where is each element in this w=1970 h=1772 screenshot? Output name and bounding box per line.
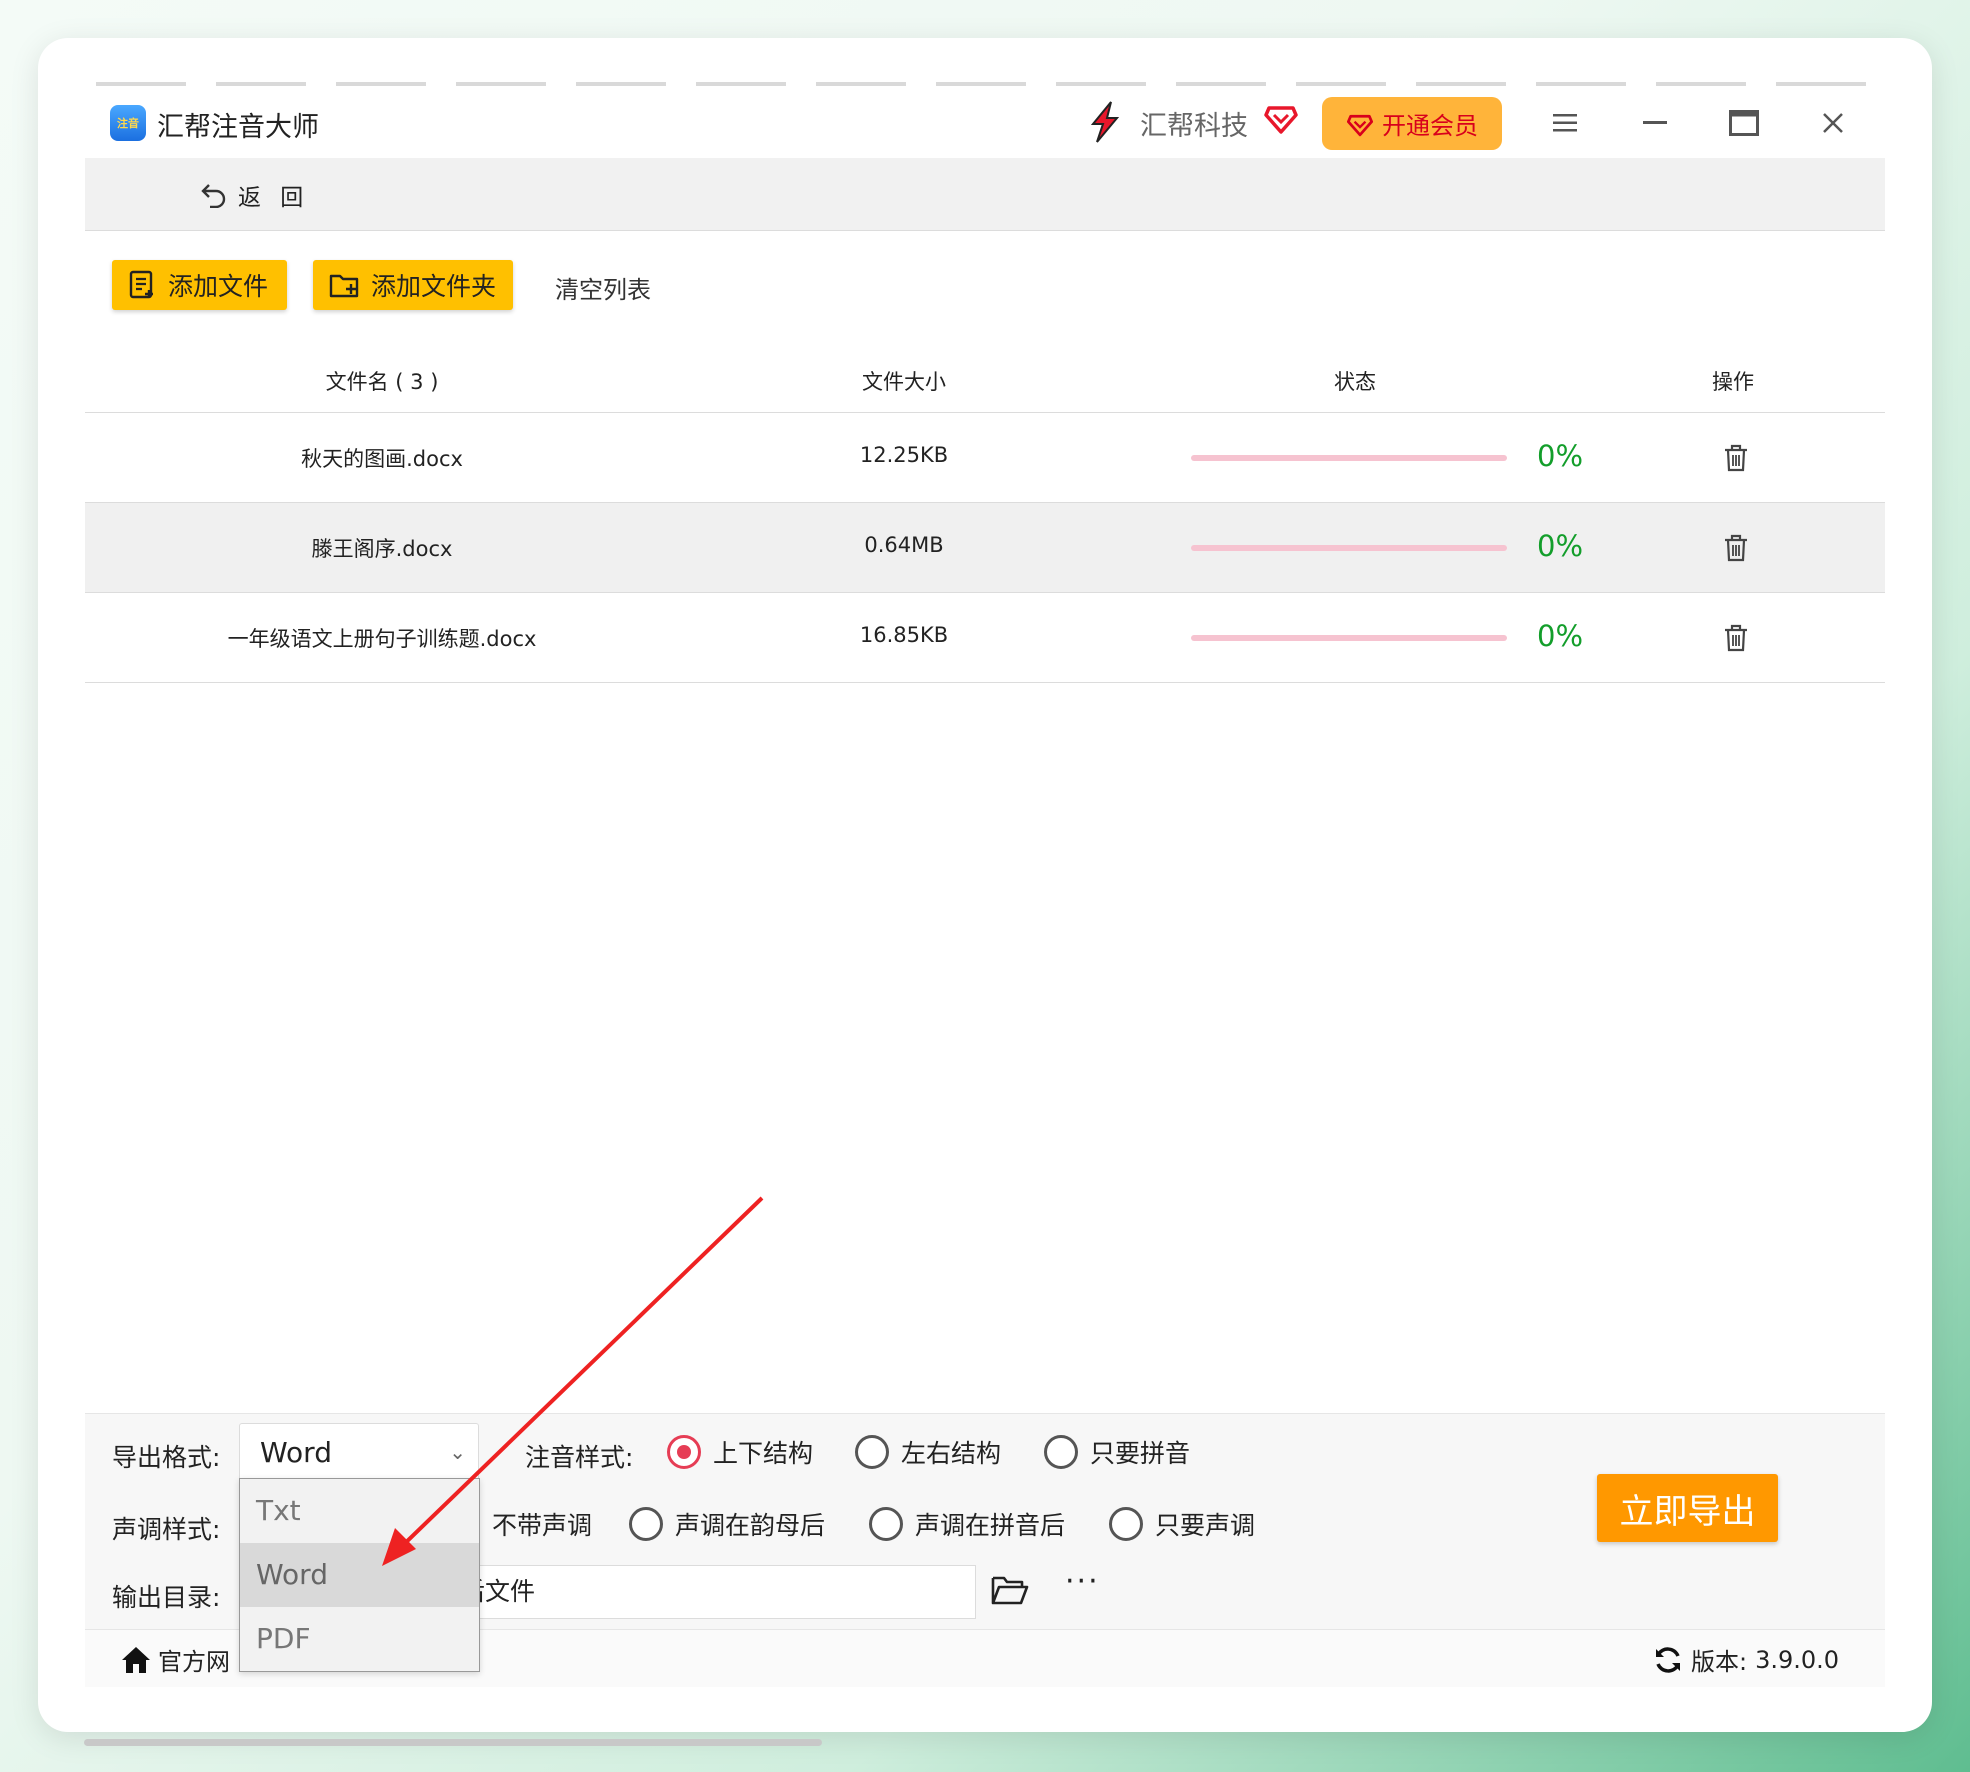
minimize-button[interactable] — [1638, 106, 1672, 140]
file-size: 12.25KB — [859, 443, 949, 467]
add-file-button[interactable]: 添加文件 — [112, 260, 287, 310]
radio-icon — [629, 1507, 663, 1541]
radio-pinyin-top-bottom[interactable]: 上下结构 — [667, 1434, 813, 1470]
header-filename: 文件名 ( 3 ) — [325, 370, 439, 394]
file-table-header: 文件名 ( 3 ) 文件大小 状态 操作 — [85, 356, 1885, 413]
menu-button[interactable] — [1548, 106, 1582, 140]
progress-percent: 0% — [1537, 529, 1584, 563]
maximize-button[interactable] — [1727, 106, 1761, 140]
file-name: 一年级语文上册句子训练题.docx — [227, 627, 537, 651]
export-now-button[interactable]: 立即导出 — [1597, 1474, 1778, 1542]
radio-icon — [869, 1507, 903, 1541]
radio-label: 上下结构 — [713, 1439, 814, 1468]
folder-open-icon[interactable] — [990, 1572, 1030, 1608]
back-bar: 返 回 — [85, 158, 1885, 231]
progress-percent: 0% — [1537, 619, 1584, 653]
tone-style-label: 声调样式: — [112, 1515, 221, 1544]
horizontal-scrollbar[interactable] — [84, 1739, 822, 1746]
chevron-down-icon: ⌄ — [449, 1440, 466, 1464]
clear-list-button[interactable]: 清空列表 — [555, 270, 651, 305]
progress-bar — [1191, 545, 1507, 551]
radio-pinyin-left-right[interactable]: 左右结构 — [855, 1434, 1001, 1470]
radio-tone-after-pinyin[interactable]: 声调在拼音后 — [869, 1506, 1065, 1542]
file-size: 16.85KB — [859, 623, 949, 647]
radio-label: 只要声调 — [1155, 1511, 1256, 1540]
app-logo-icon: 注音 — [110, 105, 146, 141]
output-dir-label: 输出目录: — [112, 1583, 221, 1612]
version-info[interactable]: 版本: 3.9.0.0 — [1653, 1642, 1839, 1677]
file-add-icon — [129, 270, 153, 299]
format-select[interactable]: Word ⌄ — [239, 1423, 479, 1482]
header-status: 状态 — [1334, 370, 1376, 394]
vip-button[interactable]: 开通会员 — [1322, 97, 1502, 150]
minimize-icon — [1643, 121, 1667, 124]
hamburger-icon — [1553, 114, 1577, 132]
header-filesize: 文件大小 — [862, 370, 946, 394]
radio-label: 不带声调 — [492, 1511, 593, 1540]
vip-label: 开通会员 — [1382, 112, 1478, 140]
format-label: 导出格式: — [112, 1443, 221, 1472]
progress-percent: 0% — [1537, 439, 1584, 473]
back-button[interactable]: 返 回 — [200, 178, 309, 212]
radio-label: 只要拼音 — [1090, 1439, 1191, 1468]
diamond-icon — [1264, 106, 1298, 134]
add-folder-button[interactable]: 添加文件夹 — [313, 260, 513, 310]
radio-tone-none[interactable]: 不带声调 — [492, 1506, 592, 1542]
pinyin-style-label: 注音样式: — [525, 1443, 634, 1472]
home-icon — [122, 1646, 150, 1673]
table-row[interactable]: 一年级语文上册句子训练题.docx 16.85KB 0% — [85, 593, 1885, 683]
back-label: 返 回 — [238, 185, 310, 211]
refresh-icon — [1656, 1646, 1680, 1673]
radio-label: 声调在拼音后 — [915, 1511, 1066, 1540]
table-row[interactable]: 滕王阁序.docx 0.64MB 0% — [85, 503, 1885, 593]
diamond-icon — [1346, 114, 1374, 136]
radio-selected-icon — [667, 1435, 701, 1469]
radio-pinyin-only[interactable]: 只要拼音 — [1044, 1434, 1190, 1470]
format-value: Word — [260, 1436, 332, 1469]
maximize-icon — [1729, 110, 1759, 136]
trash-icon[interactable] — [1722, 443, 1750, 473]
title-bar: 注音 汇帮注音大师 汇帮科技 开通会员 — [85, 86, 1885, 158]
brand-logo-icon — [1090, 101, 1120, 143]
file-size: 0.64MB — [864, 533, 944, 557]
dropdown-option-pdf[interactable]: PDF — [240, 1607, 479, 1671]
progress-bar — [1191, 455, 1507, 461]
official-site-link[interactable]: 官方网 — [120, 1642, 230, 1677]
version-value: 3.9.0.0 — [1755, 1645, 1840, 1674]
radio-tone-after-final[interactable]: 声调在韵母后 — [629, 1506, 825, 1542]
add-folder-label: 添加文件夹 — [371, 272, 497, 301]
radio-label: 声调在韵母后 — [675, 1511, 826, 1540]
radio-tone-only[interactable]: 只要声调 — [1109, 1506, 1255, 1542]
radio-icon — [1109, 1507, 1143, 1541]
header-action: 操作 — [1712, 370, 1754, 394]
trash-icon[interactable] — [1722, 533, 1750, 563]
table-row[interactable]: 秋天的图画.docx 12.25KB 0% — [85, 413, 1885, 503]
brand-name: 汇帮科技 — [1140, 111, 1248, 142]
app-window: 注音 汇帮注音大师 汇帮科技 开通会员 返 回 添加文件 添加文件夹 清空列表 … — [85, 86, 1885, 1687]
app-title: 汇帮注音大师 — [157, 112, 319, 143]
dropdown-option-txt[interactable]: Txt — [240, 1479, 479, 1543]
radio-label: 左右结构 — [901, 1439, 1002, 1468]
trash-icon[interactable] — [1722, 623, 1750, 653]
more-button[interactable]: ··· — [1065, 1564, 1100, 1599]
dropdown-option-word[interactable]: Word — [240, 1543, 479, 1607]
file-name: 秋天的图画.docx — [301, 447, 463, 471]
close-icon — [1823, 113, 1843, 133]
version-label: 版本: — [1691, 1648, 1748, 1676]
radio-icon — [855, 1435, 889, 1469]
file-name: 滕王阁序.docx — [311, 537, 453, 561]
format-dropdown-list[interactable]: Txt Word PDF — [239, 1478, 480, 1672]
official-site-label: 官方网 — [158, 1648, 230, 1676]
close-button[interactable] — [1816, 106, 1850, 140]
radio-icon — [1044, 1435, 1078, 1469]
progress-bar — [1191, 635, 1507, 641]
folder-add-icon — [329, 274, 359, 298]
back-arrow-icon — [201, 184, 226, 208]
add-file-label: 添加文件 — [168, 272, 269, 301]
